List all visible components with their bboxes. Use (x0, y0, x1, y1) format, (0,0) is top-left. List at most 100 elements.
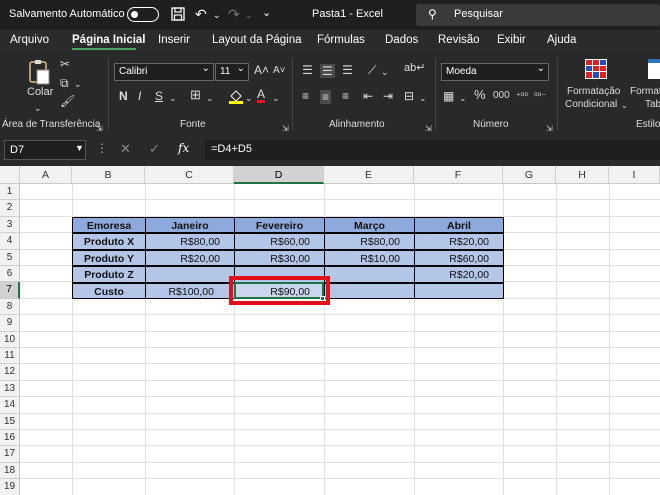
name-box-dropdown-icon[interactable]: ▼ (75, 143, 84, 153)
row-header[interactable]: 15 (0, 413, 20, 430)
format-as-table-label-2[interactable]: Tab (645, 99, 660, 111)
name-box[interactable]: D7 (4, 140, 86, 160)
undo-dropdown-icon[interactable]: ⌄ (213, 8, 221, 22)
bold-button[interactable]: N (119, 90, 128, 102)
underline-dropdown-icon[interactable]: ⌄ (169, 92, 177, 104)
column-header[interactable]: A (20, 166, 72, 184)
wrap-text-icon[interactable]: ab↵ (404, 62, 425, 74)
column-header[interactable]: H (556, 166, 609, 184)
align-bottom-icon[interactable]: ☰ (342, 64, 353, 76)
increase-decimal-icon[interactable]: ⁺⁰⁰ (516, 90, 528, 102)
table-cell[interactable]: R$100,00 (145, 282, 235, 299)
align-center-icon[interactable]: ≡ (320, 90, 332, 104)
table-cell[interactable]: R$60,00 (414, 249, 504, 267)
table-cell[interactable] (414, 282, 504, 299)
worksheet-grid[interactable]: A B C D E F G H I 1 2 3 4 5 6 7 8 9 10 11 12 13 14 15 1… (0, 166, 660, 495)
borders-dropdown-icon[interactable]: ⌄ (206, 92, 214, 104)
tab-dados[interactable]: Dados (385, 34, 418, 46)
conditional-formatting-label-1[interactable]: Formatação (567, 86, 620, 98)
fill-handle[interactable] (320, 296, 325, 301)
column-header[interactable]: I (609, 166, 660, 184)
row-header[interactable]: 8 (0, 298, 20, 316)
row-header[interactable]: 11 (0, 348, 20, 365)
tab-formulas[interactable]: Fórmulas (317, 34, 365, 46)
table-cell[interactable]: R$20,00 (414, 233, 504, 250)
increase-font-icon[interactable]: A˄ (254, 64, 269, 76)
table-cell[interactable]: R$30,00 (234, 249, 325, 267)
font-color-dropdown-icon[interactable]: ⌄ (272, 92, 280, 104)
column-header[interactable]: F (414, 166, 503, 184)
enter-icon[interactable]: ✓ (149, 141, 160, 157)
row-header[interactable]: 5 (0, 249, 20, 266)
row-header[interactable]: 9 (0, 315, 20, 332)
row-header[interactable]: 18 (0, 462, 20, 480)
cancel-icon[interactable]: ✕ (120, 141, 131, 157)
cut-icon[interactable]: ✂ (60, 58, 70, 70)
underline-button[interactable]: S (155, 90, 163, 102)
undo-icon[interactable]: ↶ (195, 7, 207, 21)
tab-exibir[interactable]: Exibir (497, 34, 526, 46)
align-left-icon[interactable]: ≡ (302, 90, 309, 102)
paste-dropdown-icon[interactable]: ⌄ (34, 102, 42, 114)
align-middle-icon[interactable]: ☰ (320, 64, 335, 78)
tab-inserir[interactable]: Inserir (158, 34, 190, 46)
table-cell[interactable]: R$10,00 (324, 249, 415, 267)
tab-ajuda[interactable]: Ajuda (547, 34, 576, 46)
table-header[interactable]: Fevereiro (234, 217, 325, 234)
row-header[interactable]: 4 (0, 233, 20, 250)
copy-icon[interactable]: ⧉ (60, 77, 69, 89)
table-cell[interactable]: Custo (72, 282, 146, 299)
merge-center-icon[interactable]: ⊟ (404, 90, 414, 102)
save-icon[interactable] (171, 7, 185, 23)
comma-style-icon[interactable]: 000 (493, 90, 510, 102)
accounting-dropdown-icon[interactable]: ⌄ (459, 92, 467, 104)
table-cell[interactable]: R$60,00 (234, 233, 325, 250)
table-cell[interactable]: R$80,00 (324, 233, 415, 250)
decrease-font-icon[interactable]: A˅ (273, 65, 286, 77)
conditional-formatting-icon[interactable] (585, 59, 607, 81)
format-painter-icon[interactable]: 🖌 (60, 95, 75, 107)
table-cell[interactable]: R$20,00 (414, 266, 504, 283)
table-cell[interactable]: R$80,00 (145, 233, 235, 250)
row-header[interactable]: 16 (0, 430, 20, 447)
align-right-icon[interactable]: ≡ (342, 90, 349, 102)
row-header[interactable]: 1 (0, 184, 20, 201)
autosave-toggle[interactable] (127, 7, 159, 22)
table-cell[interactable] (324, 282, 415, 299)
table-cell[interactable] (324, 266, 415, 283)
row-header[interactable]: 10 (0, 331, 20, 348)
font-name-combo[interactable]: Calibri (114, 63, 214, 81)
column-header[interactable]: B (72, 166, 145, 184)
search-box[interactable]: ⚲ Pesquisar (416, 4, 660, 26)
font-color-icon[interactable]: A (257, 88, 265, 100)
row-header-selected[interactable]: 7 (0, 282, 20, 299)
row-header[interactable]: 3 (0, 216, 20, 234)
decrease-indent-icon[interactable]: ⇤ (363, 90, 373, 102)
row-header[interactable]: 13 (0, 380, 20, 398)
align-top-icon[interactable]: ☰ (302, 64, 313, 76)
copy-dropdown-icon[interactable]: ⌄ (74, 78, 82, 90)
italic-button[interactable]: I (138, 90, 141, 102)
row-header[interactable]: 19 (0, 479, 20, 495)
number-format-combo[interactable]: Moeda (441, 63, 549, 81)
tab-layout-pagina[interactable]: Layout da Página (212, 34, 302, 46)
table-cell[interactable] (145, 266, 235, 283)
column-header[interactable]: C (145, 166, 234, 184)
accounting-format-icon[interactable]: ▦ (443, 90, 454, 102)
paste-icon[interactable] (27, 58, 51, 88)
borders-icon[interactable]: ⊞ (190, 88, 201, 101)
redo-dropdown-icon[interactable]: ⌄ (245, 8, 253, 22)
format-as-table-label-1[interactable]: Formata (630, 86, 660, 98)
merge-dropdown-icon[interactable]: ⌄ (419, 92, 427, 104)
more-options-icon[interactable]: ⋮ (96, 141, 108, 155)
column-header[interactable]: E (324, 166, 414, 184)
tab-pagina-inicial[interactable]: Página Inicial (72, 34, 146, 46)
insert-function-icon[interactable]: fx (178, 141, 189, 155)
increase-indent-icon[interactable]: ⇥ (383, 90, 393, 102)
table-cell[interactable]: Produto Z (72, 266, 146, 283)
column-header-selected[interactable]: D (234, 166, 324, 184)
tab-revisao[interactable]: Revisão (438, 34, 480, 46)
redo-icon[interactable]: ↷ (228, 7, 240, 21)
table-cell[interactable]: Produto Y (72, 249, 146, 267)
orientation-dropdown-icon[interactable]: ⌄ (381, 66, 389, 78)
